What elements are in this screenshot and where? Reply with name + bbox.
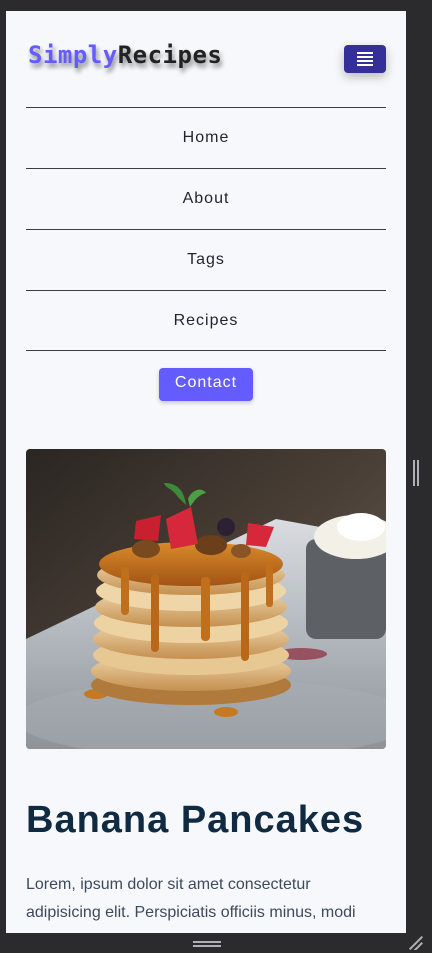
main-nav: Home About Tags Recipes [26,107,386,351]
site-header: SimplyRecipes [26,39,386,79]
side-resize-rail [406,11,432,933]
hero-image-pancakes [26,449,386,749]
recipe-title: Banana Pancakes [26,799,365,841]
nav-link-about[interactable]: About [26,168,386,229]
nav-toggle-button[interactable] [344,45,386,73]
site-logo[interactable]: SimplyRecipes [28,41,222,69]
recipe-description: Lorem, ipsum dolor sit amet consectetur … [26,876,356,921]
logo-text-simply: Simply [28,41,118,69]
nav-link-tags[interactable]: Tags [26,229,386,290]
logo-text-recipes: Recipes [117,41,223,69]
page-viewport: SimplyRecipes Home About Tags Recipes Co… [6,11,406,933]
horizontal-resize-handle[interactable] [193,941,221,947]
contact-button[interactable]: Contact [159,368,253,401]
nav-link-recipes[interactable]: Recipes [26,290,386,351]
nav-link-home[interactable]: Home [26,107,386,168]
hamburger-icon [357,51,373,67]
resize-grip-icon[interactable] [409,936,423,950]
vertical-resize-handle[interactable] [413,460,419,486]
